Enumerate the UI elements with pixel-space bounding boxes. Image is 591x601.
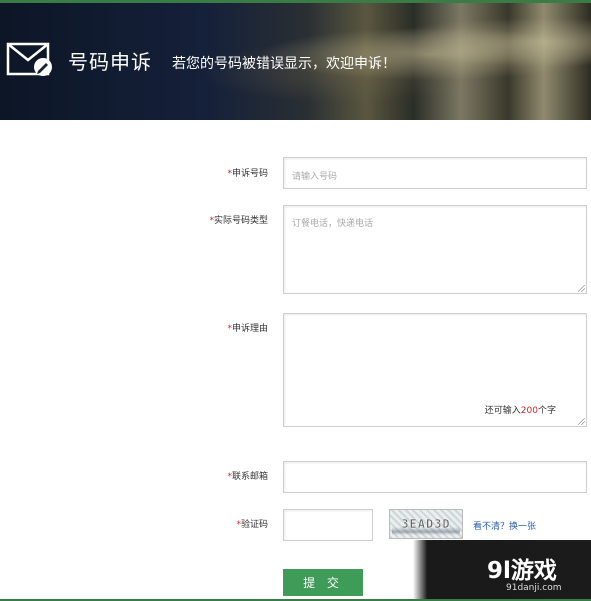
email-input[interactable] (283, 461, 587, 493)
number-input[interactable]: 请输入号码 (283, 157, 587, 189)
page-title: 号码申诉 (68, 50, 152, 74)
submit-button[interactable]: 提 交 (283, 569, 363, 596)
captcha-refresh-link[interactable]: 看不清？换一张 (473, 519, 536, 532)
number-label: *申诉号码 (118, 166, 268, 179)
banner-top-line (0, 0, 591, 3)
watermark-logo: 9l游戏 (487, 558, 557, 584)
captcha-image-text: 3EAD3D (401, 517, 451, 531)
actual-type-placeholder: 订餐电话，快递电话 (292, 219, 374, 229)
counter-value: 200 (520, 406, 538, 416)
captcha-label-text: 验证码 (240, 520, 268, 530)
mail-edit-icon (6, 42, 52, 76)
email-label-text: 联系邮箱 (231, 472, 268, 482)
number-label-text: 申诉号码 (231, 169, 268, 179)
actual-type-label: *实际号码类型 (118, 213, 268, 226)
email-label: *联系邮箱 (118, 469, 268, 482)
captcha-image[interactable]: 3EAD3D (389, 509, 463, 539)
resize-handle-icon[interactable] (578, 418, 585, 425)
header-banner: 号码申诉 若您的号码被错误显示，欢迎申诉！ (0, 0, 591, 120)
resize-handle-icon[interactable] (578, 285, 585, 292)
reason-label-text: 申诉理由 (231, 324, 268, 334)
watermark-url: 91danji.com (506, 583, 562, 593)
captcha-input[interactable] (283, 509, 373, 541)
counter-prefix: 还可输入 (484, 406, 521, 416)
number-placeholder: 请输入号码 (292, 172, 338, 182)
page-subtitle: 若您的号码被错误显示，欢迎申诉！ (172, 56, 396, 72)
char-counter: 还可输入200个字 (485, 403, 556, 416)
counter-suffix: 个字 (537, 406, 556, 416)
reason-label: *申诉理由 (118, 321, 268, 334)
captcha-label: *验证码 (118, 517, 268, 530)
reason-textarea[interactable]: 还可输入200个字 (283, 313, 587, 427)
actual-type-label-text: 实际号码类型 (213, 216, 268, 226)
actual-type-textarea[interactable]: 订餐电话，快递电话 (283, 205, 587, 294)
